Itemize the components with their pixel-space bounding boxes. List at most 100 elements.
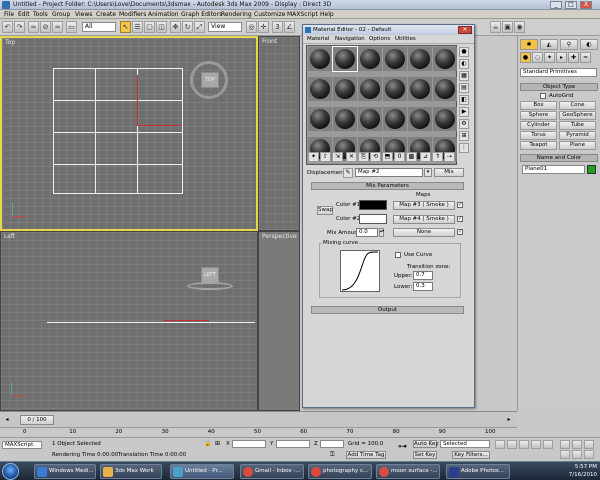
plane-button[interactable]: Plane — [559, 141, 596, 150]
assign-to-selection-icon[interactable]: ⇲ — [332, 152, 343, 162]
space-warps-icon[interactable]: ≈ — [580, 52, 591, 63]
auto-key-button[interactable]: Auto Key — [413, 440, 439, 448]
menu-customize[interactable]: Customize — [254, 11, 286, 18]
snaps-toggle-icon[interactable]: 3 — [272, 21, 283, 33]
taskbar-item-photography[interactable]: photography c... — [308, 464, 372, 479]
me-menu-options[interactable]: Options — [369, 36, 390, 42]
mix-amount-map-button[interactable]: None — [393, 228, 455, 237]
object-name-field[interactable]: Plane01 — [522, 165, 585, 174]
angle-snap-icon[interactable]: ∠ — [284, 21, 295, 33]
color2-swatch[interactable] — [359, 214, 387, 224]
show-map-in-viewport-icon[interactable]: ▩ — [406, 152, 417, 162]
absolute-mode-icon[interactable]: ⊞ — [215, 440, 223, 448]
redo-icon[interactable]: ↷ — [14, 21, 25, 33]
menu-views[interactable]: Views — [75, 11, 92, 18]
color2-map-checkbox[interactable]: ✓ — [457, 216, 463, 222]
key-filters-button[interactable]: Key Filters... — [452, 451, 490, 459]
material-sample-slot[interactable] — [332, 46, 358, 72]
menu-group[interactable]: Group — [52, 11, 70, 18]
material-sample-slot[interactable] — [408, 107, 432, 131]
me-menu-material[interactable]: Material — [307, 36, 329, 42]
maximize-viewport-icon[interactable] — [584, 450, 594, 459]
move-icon[interactable]: ✥ — [170, 21, 181, 33]
viewport-perspective-label[interactable]: Perspective — [262, 233, 297, 240]
material-sample-slot[interactable] — [358, 77, 382, 101]
use-curve-checkbox[interactable] — [395, 252, 401, 258]
viewcube-ring[interactable] — [187, 282, 233, 290]
z-coordinate-field[interactable] — [320, 440, 344, 448]
color1-swatch[interactable] — [359, 200, 387, 210]
geometry-icon[interactable]: ● — [520, 52, 531, 63]
material-sample-slot[interactable] — [308, 47, 332, 71]
map-type-button[interactable]: Mix — [434, 168, 464, 177]
box-button[interactable]: Box — [520, 101, 557, 110]
material-sample-slot[interactable] — [308, 107, 332, 131]
video-color-check-icon[interactable]: ◧ — [459, 95, 469, 105]
zoom-all-icon[interactable] — [560, 450, 570, 459]
viewport-front[interactable]: Front — [258, 36, 300, 231]
put-to-scene-icon[interactable]: ⇧ — [320, 152, 331, 162]
go-to-end-icon[interactable] — [543, 440, 553, 449]
select-link-icon[interactable]: ∞ — [28, 21, 39, 33]
zoom-icon[interactable] — [560, 440, 570, 449]
menu-tools[interactable]: Tools — [33, 11, 48, 18]
material-sample-slot[interactable] — [408, 77, 432, 101]
select-by-material-icon[interactable]: ⊞ — [459, 131, 469, 141]
teapot-button[interactable]: Teapot — [520, 141, 557, 150]
mix-parameters-rollout[interactable]: Mix Parameters — [311, 182, 464, 190]
rectangular-selection-icon[interactable]: ▢ — [144, 21, 155, 33]
taskbar-item-gmail[interactable]: Gmail - Inbox -... — [240, 464, 304, 479]
taskbar-item-3dsmax-untitled[interactable]: Untitled - Pr... — [170, 464, 234, 479]
backlight-icon[interactable]: ◐ — [459, 59, 469, 69]
material-sample-slot[interactable] — [383, 47, 407, 71]
track-bar[interactable]: 0 10 20 30 40 50 60 70 80 90 100 — [0, 427, 517, 437]
viewport-left-label[interactable]: Left — [4, 233, 15, 240]
viewport-top[interactable]: Top TOP — [0, 36, 258, 231]
field-of-view-icon[interactable] — [572, 450, 582, 459]
reset-map-icon[interactable]: ✕ — [346, 152, 357, 162]
geosphere-button[interactable]: GeoSphere — [559, 111, 596, 120]
motion-tab-icon[interactable]: ◐ — [580, 39, 598, 50]
viewcube[interactable]: LEFT — [201, 267, 219, 283]
menu-modifiers[interactable]: Modifiers — [119, 11, 146, 18]
set-key-button[interactable]: Set Key — [413, 451, 437, 459]
y-coordinate-field[interactable] — [276, 440, 310, 448]
rendered-frame-window-icon[interactable]: ▣ — [502, 21, 513, 33]
object-color-swatch[interactable] — [587, 165, 596, 174]
object-type-rollout[interactable]: Object Type — [520, 83, 598, 91]
previous-frame-icon[interactable] — [507, 440, 517, 449]
menu-rendering[interactable]: Rendering — [221, 11, 252, 18]
rotate-icon[interactable]: ↻ — [182, 21, 193, 33]
cone-button[interactable]: Cone — [559, 101, 596, 110]
close-button[interactable]: X — [580, 1, 592, 9]
clock-date[interactable]: 7/16/2010 — [546, 471, 597, 479]
sphere-button[interactable]: Sphere — [520, 111, 557, 120]
select-by-name-icon[interactable]: ☰ — [132, 21, 143, 33]
taskbar-item-3dsmax-work[interactable]: 3ds Max Work — [100, 464, 162, 479]
select-object-icon[interactable]: ↖ — [120, 21, 131, 33]
menu-edit[interactable]: Edit — [18, 11, 30, 18]
pick-material-icon[interactable]: ✎ — [343, 168, 353, 178]
window-crossing-icon[interactable]: ◫ — [156, 21, 167, 33]
put-to-library-icon[interactable]: ⬒ — [382, 152, 393, 162]
time-slider-thumb[interactable]: 0 / 100 — [20, 415, 54, 425]
cylinder-button[interactable]: Cylinder — [520, 121, 557, 130]
viewport-left[interactable]: Left LEFT — [0, 231, 258, 411]
manipulate-icon[interactable]: ✛ — [258, 21, 269, 33]
map-name-field[interactable]: Map #2 — [355, 168, 423, 177]
pan-icon[interactable] — [572, 440, 582, 449]
create-tab-icon[interactable]: ✱ — [520, 39, 538, 50]
material-sample-slot[interactable] — [358, 107, 382, 131]
material-sample-slot[interactable] — [333, 77, 357, 101]
me-menu-navigation[interactable]: Navigation — [335, 36, 365, 42]
taskbar-item-photoshop[interactable]: Adobe Photos... — [446, 464, 510, 479]
material-id-channel-icon[interactable]: 0 — [394, 152, 405, 162]
menu-file[interactable]: File — [4, 11, 14, 18]
undo-icon[interactable]: ↶ — [2, 21, 13, 33]
background-icon[interactable]: ▦ — [459, 71, 469, 81]
next-frame-icon[interactable] — [531, 440, 541, 449]
set-key-icon[interactable]: ⊶ — [398, 442, 410, 456]
sample-uv-tiling-icon[interactable]: ▤ — [459, 83, 469, 93]
helpers-icon[interactable]: ✚ — [568, 52, 579, 63]
material-sample-slot[interactable] — [408, 47, 432, 71]
